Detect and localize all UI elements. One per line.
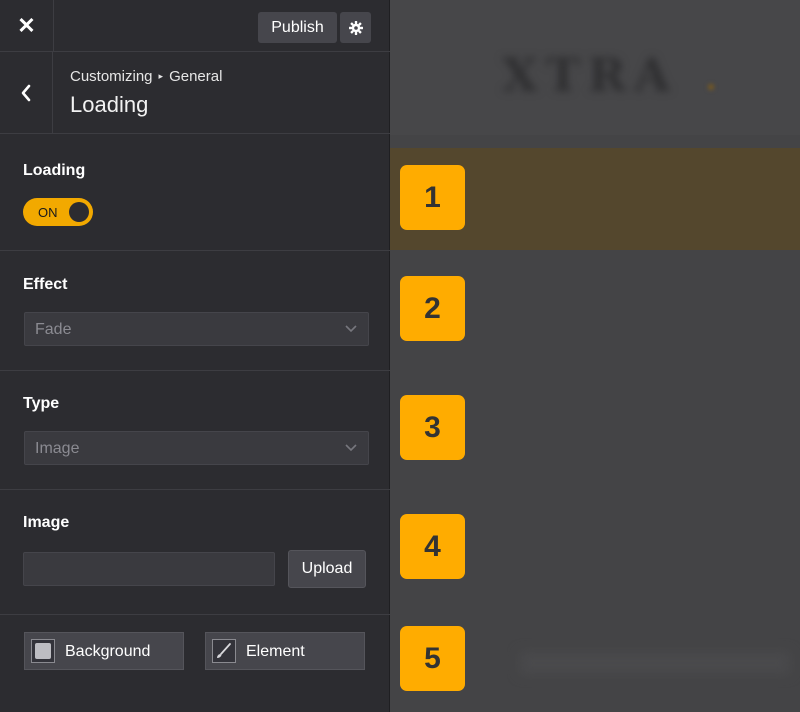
- loading-section: Loading ON: [0, 134, 390, 251]
- type-section: Type Image: [0, 371, 390, 490]
- chevron-left-icon: [21, 84, 31, 102]
- type-select-value: Image: [35, 440, 80, 457]
- close-button[interactable]: ✕: [0, 0, 54, 52]
- toggle-knob: [69, 202, 89, 222]
- image-label: Image: [23, 514, 70, 531]
- step-badge-4: 4: [400, 514, 465, 579]
- page-title: Loading: [70, 92, 149, 117]
- effect-section: Effect Fade: [0, 251, 390, 371]
- settings-button[interactable]: [340, 12, 371, 43]
- breadcrumb-section: General: [169, 68, 223, 85]
- type-select[interactable]: Image: [24, 431, 369, 465]
- step-badge-5: 5: [400, 626, 465, 691]
- breadcrumb: Customizing ▸ General: [70, 68, 222, 85]
- breadcrumb-separator: ▸: [158, 71, 164, 81]
- step-badge-1: 1: [400, 165, 465, 230]
- step-badge-2: 2: [400, 276, 465, 341]
- preview-logo: XTRA: [502, 48, 678, 102]
- effect-label: Effect: [23, 276, 68, 293]
- element-tab[interactable]: Element: [205, 632, 365, 670]
- element-tab-label: Element: [246, 643, 305, 660]
- back-button[interactable]: [0, 52, 53, 134]
- site-preview: XTRA: [390, 0, 800, 712]
- effect-select[interactable]: Fade: [24, 312, 369, 346]
- close-icon: ✕: [17, 13, 36, 38]
- type-label: Type: [23, 395, 60, 412]
- background-icon: [31, 639, 55, 663]
- upload-button[interactable]: Upload: [288, 550, 366, 588]
- customizer-header: ✕ Publish: [0, 0, 390, 52]
- preview-footer: [520, 652, 790, 674]
- chevron-down-icon: [345, 444, 357, 452]
- effect-select-value: Fade: [35, 321, 72, 338]
- loading-toggle[interactable]: ON: [23, 198, 93, 226]
- toggle-state-text: ON: [38, 205, 58, 220]
- image-url-input[interactable]: [23, 552, 275, 586]
- background-tab-label: Background: [65, 643, 151, 660]
- section-header: Customizing ▸ General Loading: [0, 52, 390, 134]
- gear-icon: [348, 20, 363, 35]
- preview-logo-dot: [708, 84, 714, 90]
- chevron-down-icon: [345, 325, 357, 333]
- background-tab[interactable]: Background: [24, 632, 184, 670]
- step-badge-3: 3: [400, 395, 465, 460]
- brush-icon: [212, 639, 236, 663]
- image-section: Image Upload: [0, 490, 390, 615]
- customizer-panel: ✕ Publish Customizing ▸ General Loading …: [0, 0, 390, 712]
- preview-header: XTRA: [390, 0, 800, 135]
- loading-label: Loading: [23, 162, 86, 179]
- breadcrumb-root: Customizing: [70, 68, 153, 85]
- publish-button[interactable]: Publish: [258, 12, 337, 43]
